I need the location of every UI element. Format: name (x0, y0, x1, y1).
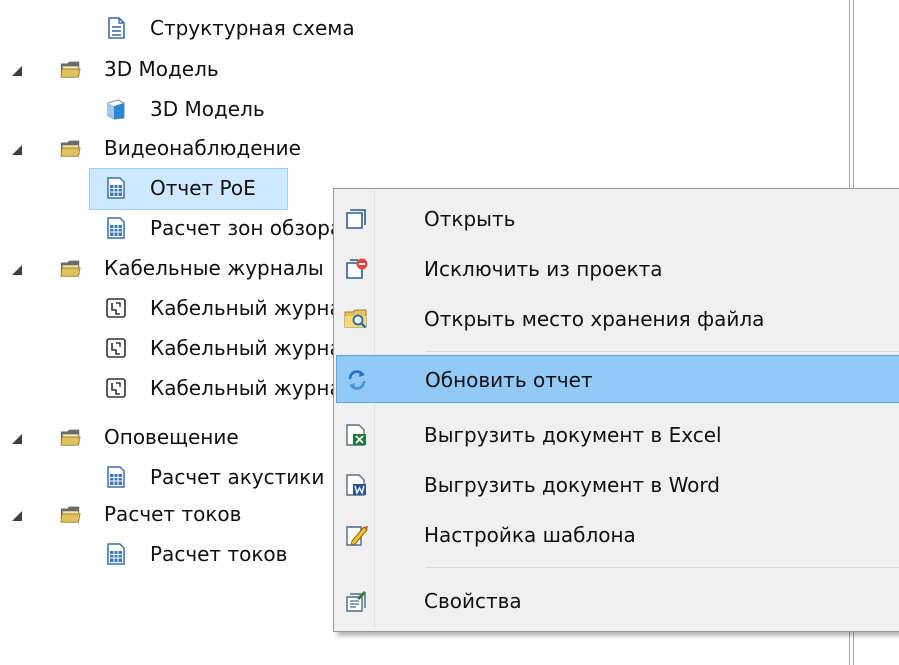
tree-item-label: Расчет токов (104, 502, 242, 526)
menu-item-label: Обновить отчет (425, 368, 593, 392)
tree-item-3d-model[interactable]: 3D Модель (105, 91, 265, 127)
menu-item-label: Выгрузить документ в Word (424, 473, 720, 497)
tree-item-label: 3D Модель (150, 97, 265, 121)
tree-item-poe-report[interactable]: Отчет PoE (105, 170, 256, 206)
table-report-icon (107, 466, 125, 488)
3d-model-icon (107, 99, 125, 120)
tree-item-label: Кабельный журнал (150, 296, 355, 320)
tree-folder-current-calc[interactable]: Расчет токов (60, 496, 241, 532)
folder-icon (60, 260, 81, 277)
collapse-arrow-icon[interactable] (10, 143, 24, 157)
word-export-icon (346, 474, 366, 496)
excel-export-icon (346, 424, 366, 446)
cable-log-icon (106, 298, 126, 318)
collapse-arrow-icon[interactable] (10, 509, 24, 523)
properties-icon (346, 591, 366, 612)
tree-item-cable-log[interactable]: Кабельный журнал (105, 330, 355, 366)
open-file-location-icon (344, 309, 367, 329)
tree-folder-3d-model[interactable]: 3D Модель (60, 51, 219, 87)
context-menu: Открыть Исключить из проекта Открыть мес… (333, 188, 899, 632)
tree-item-label: Оповещение (104, 425, 239, 449)
tree-item-current-calc[interactable]: Расчет токов (105, 536, 287, 572)
menu-separator (426, 567, 899, 568)
folder-icon (60, 506, 81, 523)
menu-item-label: Выгрузить документ в Excel (424, 423, 722, 447)
folder-icon (60, 140, 81, 157)
table-report-icon (107, 177, 125, 199)
template-settings-icon (346, 526, 368, 546)
menu-item-open[interactable]: Открыть (336, 195, 899, 243)
menu-item-label: Свойства (424, 589, 522, 613)
tree-item-label: Расчет зон обзора (150, 216, 343, 240)
menu-item-label: Исключить из проекта (424, 257, 663, 281)
refresh-icon (348, 370, 366, 390)
tree-item-label: 3D Модель (104, 57, 219, 81)
menu-item-properties[interactable]: Свойства (336, 577, 899, 625)
open-document-icon (346, 209, 366, 229)
menu-item-exclude[interactable]: Исключить из проекта (336, 245, 899, 293)
tree-folder-cable-logs[interactable]: Кабельные журналы (60, 250, 324, 286)
tree-item-label: Расчет токов (150, 542, 288, 566)
menu-separator (426, 351, 899, 352)
tree-item-cable-log[interactable]: Кабельный журнал (105, 370, 355, 406)
tree-folder-notification[interactable]: Оповещение (60, 419, 239, 455)
tree-item-label: Кабельный журнал (150, 376, 355, 400)
folder-icon (60, 429, 81, 446)
menu-item-export-word[interactable]: Выгрузить документ в Word (336, 461, 899, 509)
cable-log-icon (106, 338, 126, 358)
tree-item-label: Структурная схема (150, 16, 355, 40)
tree-item-label: Кабельный журнал (150, 336, 355, 360)
menu-item-open-location[interactable]: Открыть место хранения файла (336, 295, 899, 343)
collapse-arrow-icon[interactable] (10, 263, 24, 277)
tree-item-label: Кабельные журналы (104, 256, 324, 280)
menu-item-refresh-report[interactable]: Обновить отчет (336, 355, 899, 403)
tree-item-view-zones[interactable]: Расчет зон обзора (105, 210, 342, 246)
document-icon (108, 17, 125, 39)
tree-item-label: Видеонаблюдение (104, 136, 301, 160)
tree-item-cable-log[interactable]: Кабельный журнал (105, 290, 355, 326)
menu-item-label: Настройка шаблона (424, 523, 636, 547)
tree-item-label: Расчет акустики (150, 465, 325, 489)
tree-folder-video-surveillance[interactable]: Видеонаблюдение (60, 130, 301, 166)
tree-item-label: Отчет PoE (150, 176, 256, 200)
menu-item-export-excel[interactable]: Выгрузить документ в Excel (336, 411, 899, 459)
collapse-arrow-icon[interactable] (10, 432, 24, 446)
tree-item-acoustics[interactable]: Расчет акустики (105, 459, 324, 495)
cable-log-icon (106, 378, 126, 398)
folder-icon (60, 61, 81, 78)
menu-item-label: Открыть (424, 207, 516, 231)
tree-item-structure-scheme[interactable]: Структурная схема (105, 10, 355, 46)
menu-item-label: Открыть место хранения файла (424, 307, 765, 331)
collapse-arrow-icon[interactable] (10, 64, 24, 78)
table-report-icon (107, 217, 125, 239)
exclude-from-project-icon (346, 258, 368, 279)
table-report-icon (107, 543, 125, 565)
menu-item-template-settings[interactable]: Настройка шаблона (336, 511, 899, 559)
